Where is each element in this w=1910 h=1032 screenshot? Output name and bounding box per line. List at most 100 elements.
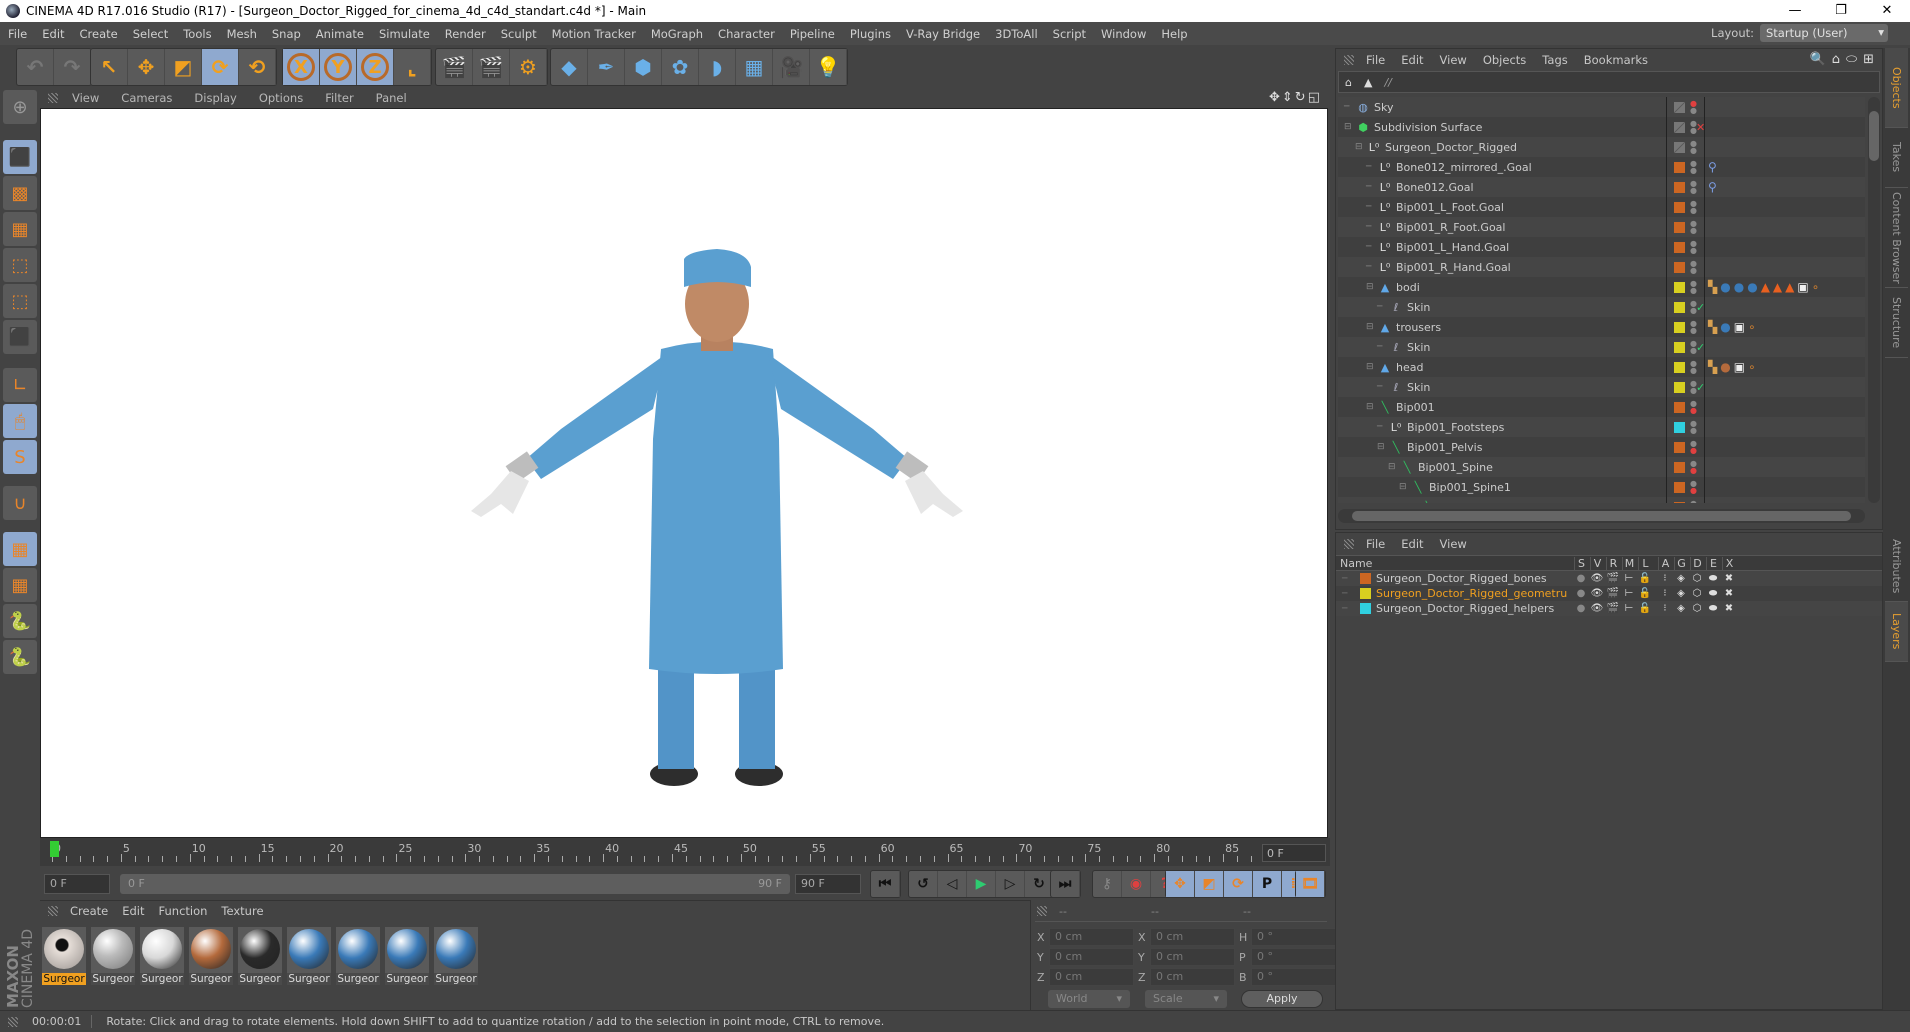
object-name[interactable]: Bip001_L_Foot.Goal (1396, 201, 1504, 214)
object-name[interactable]: Skin (1407, 341, 1430, 354)
previous-key-button[interactable]: ↺ (909, 871, 938, 897)
playhead[interactable] (50, 841, 59, 857)
side-tab-objects[interactable]: Objects (1885, 48, 1908, 128)
rotation-key-button[interactable]: ⟳ (1224, 871, 1253, 897)
layer-column-a[interactable]: A (1658, 556, 1672, 570)
point-tag-icon[interactable]: ∘ (1748, 360, 1756, 374)
object-menu-view[interactable]: View (1440, 53, 1467, 67)
layer-column-l[interactable]: L (1638, 556, 1652, 570)
model-mode-button[interactable]: ⬛ (3, 140, 37, 174)
layer-generators-toggle[interactable]: ◈ (1674, 603, 1688, 614)
pen-spline-button[interactable]: ✒ (588, 49, 625, 85)
layer-color-swatch[interactable] (1674, 401, 1685, 413)
menu-sculpt[interactable]: Sculpt (501, 27, 537, 41)
menu-tools[interactable]: Tools (183, 27, 211, 41)
layer-color-swatch[interactable] (1674, 461, 1685, 473)
layer-none-icon[interactable] (1674, 121, 1685, 133)
layer-locked-toggle[interactable]: 🔓 (1638, 573, 1652, 584)
visibility-dots[interactable]: ●● (1690, 320, 1697, 335)
layer-column-r[interactable]: R (1606, 556, 1620, 570)
go-to-start-button[interactable]: ⏮ (871, 871, 900, 897)
python-1-button[interactable]: 🐍 (3, 604, 37, 638)
layer-none-icon[interactable] (1674, 141, 1685, 153)
move-view-icon[interactable]: ✥ (1269, 90, 1282, 105)
layer-color-swatch[interactable] (1674, 241, 1685, 253)
close-icon[interactable]: ✕ (1864, 0, 1910, 22)
cube-button[interactable]: ◆ (551, 49, 588, 85)
panel-grip-icon[interactable] (48, 93, 58, 103)
point-tag-icon[interactable]: ∘ (1812, 280, 1820, 294)
axis-mode-button[interactable]: ∟ (3, 368, 37, 402)
material-tag-icon[interactable]: ● (1734, 280, 1744, 294)
timeline-window-button[interactable]: 🎞 (1296, 871, 1325, 897)
menu-edit[interactable]: Edit (42, 27, 64, 41)
layer-color-swatch[interactable] (1674, 221, 1685, 233)
position-key-button[interactable]: ✥ (1166, 871, 1195, 897)
object-row[interactable]: ⊟╲ Bip001_Spine2 ●● (1338, 497, 1865, 503)
cloner-button[interactable]: ✿ (662, 49, 699, 85)
uvw-tag-icon[interactable]: ▣ (1734, 320, 1745, 334)
scale-button[interactable]: ◩ (165, 49, 202, 85)
layer-menu-edit[interactable]: Edit (1401, 537, 1423, 551)
layer-column-e[interactable]: E (1706, 556, 1720, 570)
live-selection-button[interactable]: ↖ (91, 49, 128, 85)
object-row[interactable]: ─ L⁰ Bip001_R_Hand.Goal ● ● (1338, 257, 1865, 277)
object-name[interactable]: Bip001 (1396, 401, 1435, 414)
collapse-icon[interactable]: ⊟ (1366, 402, 1376, 412)
object-name[interactable]: Bip001_Spine2 (1440, 501, 1522, 504)
menu-help[interactable]: Help (1161, 27, 1187, 41)
minimize-icon[interactable]: — (1772, 0, 1818, 22)
rotate-button[interactable]: ⟳ (202, 49, 239, 85)
layer-column-name[interactable]: Name (1340, 557, 1372, 570)
object-menu-file[interactable]: File (1366, 53, 1385, 67)
object-name[interactable]: Bone012.Goal (1396, 181, 1474, 194)
point-tag-icon[interactable]: ∘ (1748, 320, 1756, 334)
collapse-icon[interactable]: ⊟ (1366, 362, 1376, 372)
layer-color-swatch[interactable] (1674, 501, 1685, 503)
visibility-dots[interactable]: ●● (1690, 260, 1697, 275)
layer-menu-view[interactable]: View (1440, 537, 1467, 551)
menu-snap[interactable]: Snap (272, 27, 301, 41)
visibility-dots[interactable]: ●● (1690, 100, 1697, 115)
recent-tools-button[interactable]: ⟲ (239, 49, 276, 85)
object-row[interactable]: ─ ℓ Skin ● ● ✓ (1338, 337, 1865, 357)
collapse-icon[interactable]: ⊟ (1344, 122, 1354, 132)
layer-name[interactable]: Surgeon_Doctor_Rigged_bones (1376, 572, 1547, 585)
layer-color-swatch[interactable] (1674, 261, 1685, 273)
uvw-tag-icon[interactable]: ▣ (1797, 280, 1808, 294)
object-row[interactable]: ⊟ ▲ head ● ● ▚ ● ▣ ∘ (1338, 357, 1865, 377)
layer-deformers-toggle[interactable]: ⬡ (1690, 588, 1704, 599)
visibility-dots[interactable]: ●● (1690, 420, 1697, 435)
side-tab-layers[interactable]: Layers (1885, 602, 1908, 662)
position-y-field[interactable]: 0 cm (1049, 948, 1134, 966)
layer-solo-toggle[interactable]: ● (1574, 603, 1588, 614)
object-name[interactable]: Bip001_Pelvis (1407, 441, 1482, 454)
layer-color-swatch[interactable] (1674, 321, 1685, 333)
floor-button[interactable]: ▦ (736, 49, 773, 85)
menu-window[interactable]: Window (1101, 27, 1146, 41)
render-picture-viewer-button[interactable]: 🎬 (473, 49, 510, 85)
previous-frame-button[interactable]: ◁ (938, 871, 967, 897)
viewport-menu-filter[interactable]: Filter (325, 91, 353, 105)
layer-column-s[interactable]: S (1574, 556, 1588, 570)
object-row[interactable]: ─ ◍ Sky ● ● (1338, 97, 1865, 117)
layer-animation-toggle[interactable]: ⁝ (1658, 573, 1672, 584)
layer-generators-toggle[interactable]: ◈ (1674, 573, 1688, 584)
object-name[interactable]: Bip001_R_Hand.Goal (1396, 261, 1511, 274)
material-tag-icon[interactable]: ● (1720, 320, 1730, 334)
layer-color-swatch[interactable] (1674, 341, 1685, 353)
collapse-icon[interactable]: ⊟ (1388, 462, 1398, 472)
ik-tag-icon[interactable]: ⚲ (1708, 160, 1717, 174)
object-menu-bookmarks[interactable]: Bookmarks (1584, 53, 1648, 67)
object-name[interactable]: Skin (1407, 301, 1430, 314)
start-frame-field[interactable]: 0 F (44, 874, 110, 894)
object-menu-edit[interactable]: Edit (1401, 53, 1423, 67)
visibility-dots[interactable]: ●● (1690, 220, 1697, 235)
layer-xrefs-toggle[interactable]: ✖ (1722, 603, 1736, 614)
object-row[interactable]: ⊟ ╲ Bip001_Spine1 ● ● (1338, 477, 1865, 497)
render-settings-button[interactable]: ⚙ (510, 49, 547, 85)
layer-color-swatch[interactable] (1674, 441, 1685, 453)
size-x-field[interactable]: 0 cm (1150, 928, 1235, 946)
object-row[interactable]: ⊟ L⁰ Surgeon_Doctor_Rigged ● ● (1338, 137, 1865, 157)
layer-menu-file[interactable]: File (1366, 537, 1385, 551)
